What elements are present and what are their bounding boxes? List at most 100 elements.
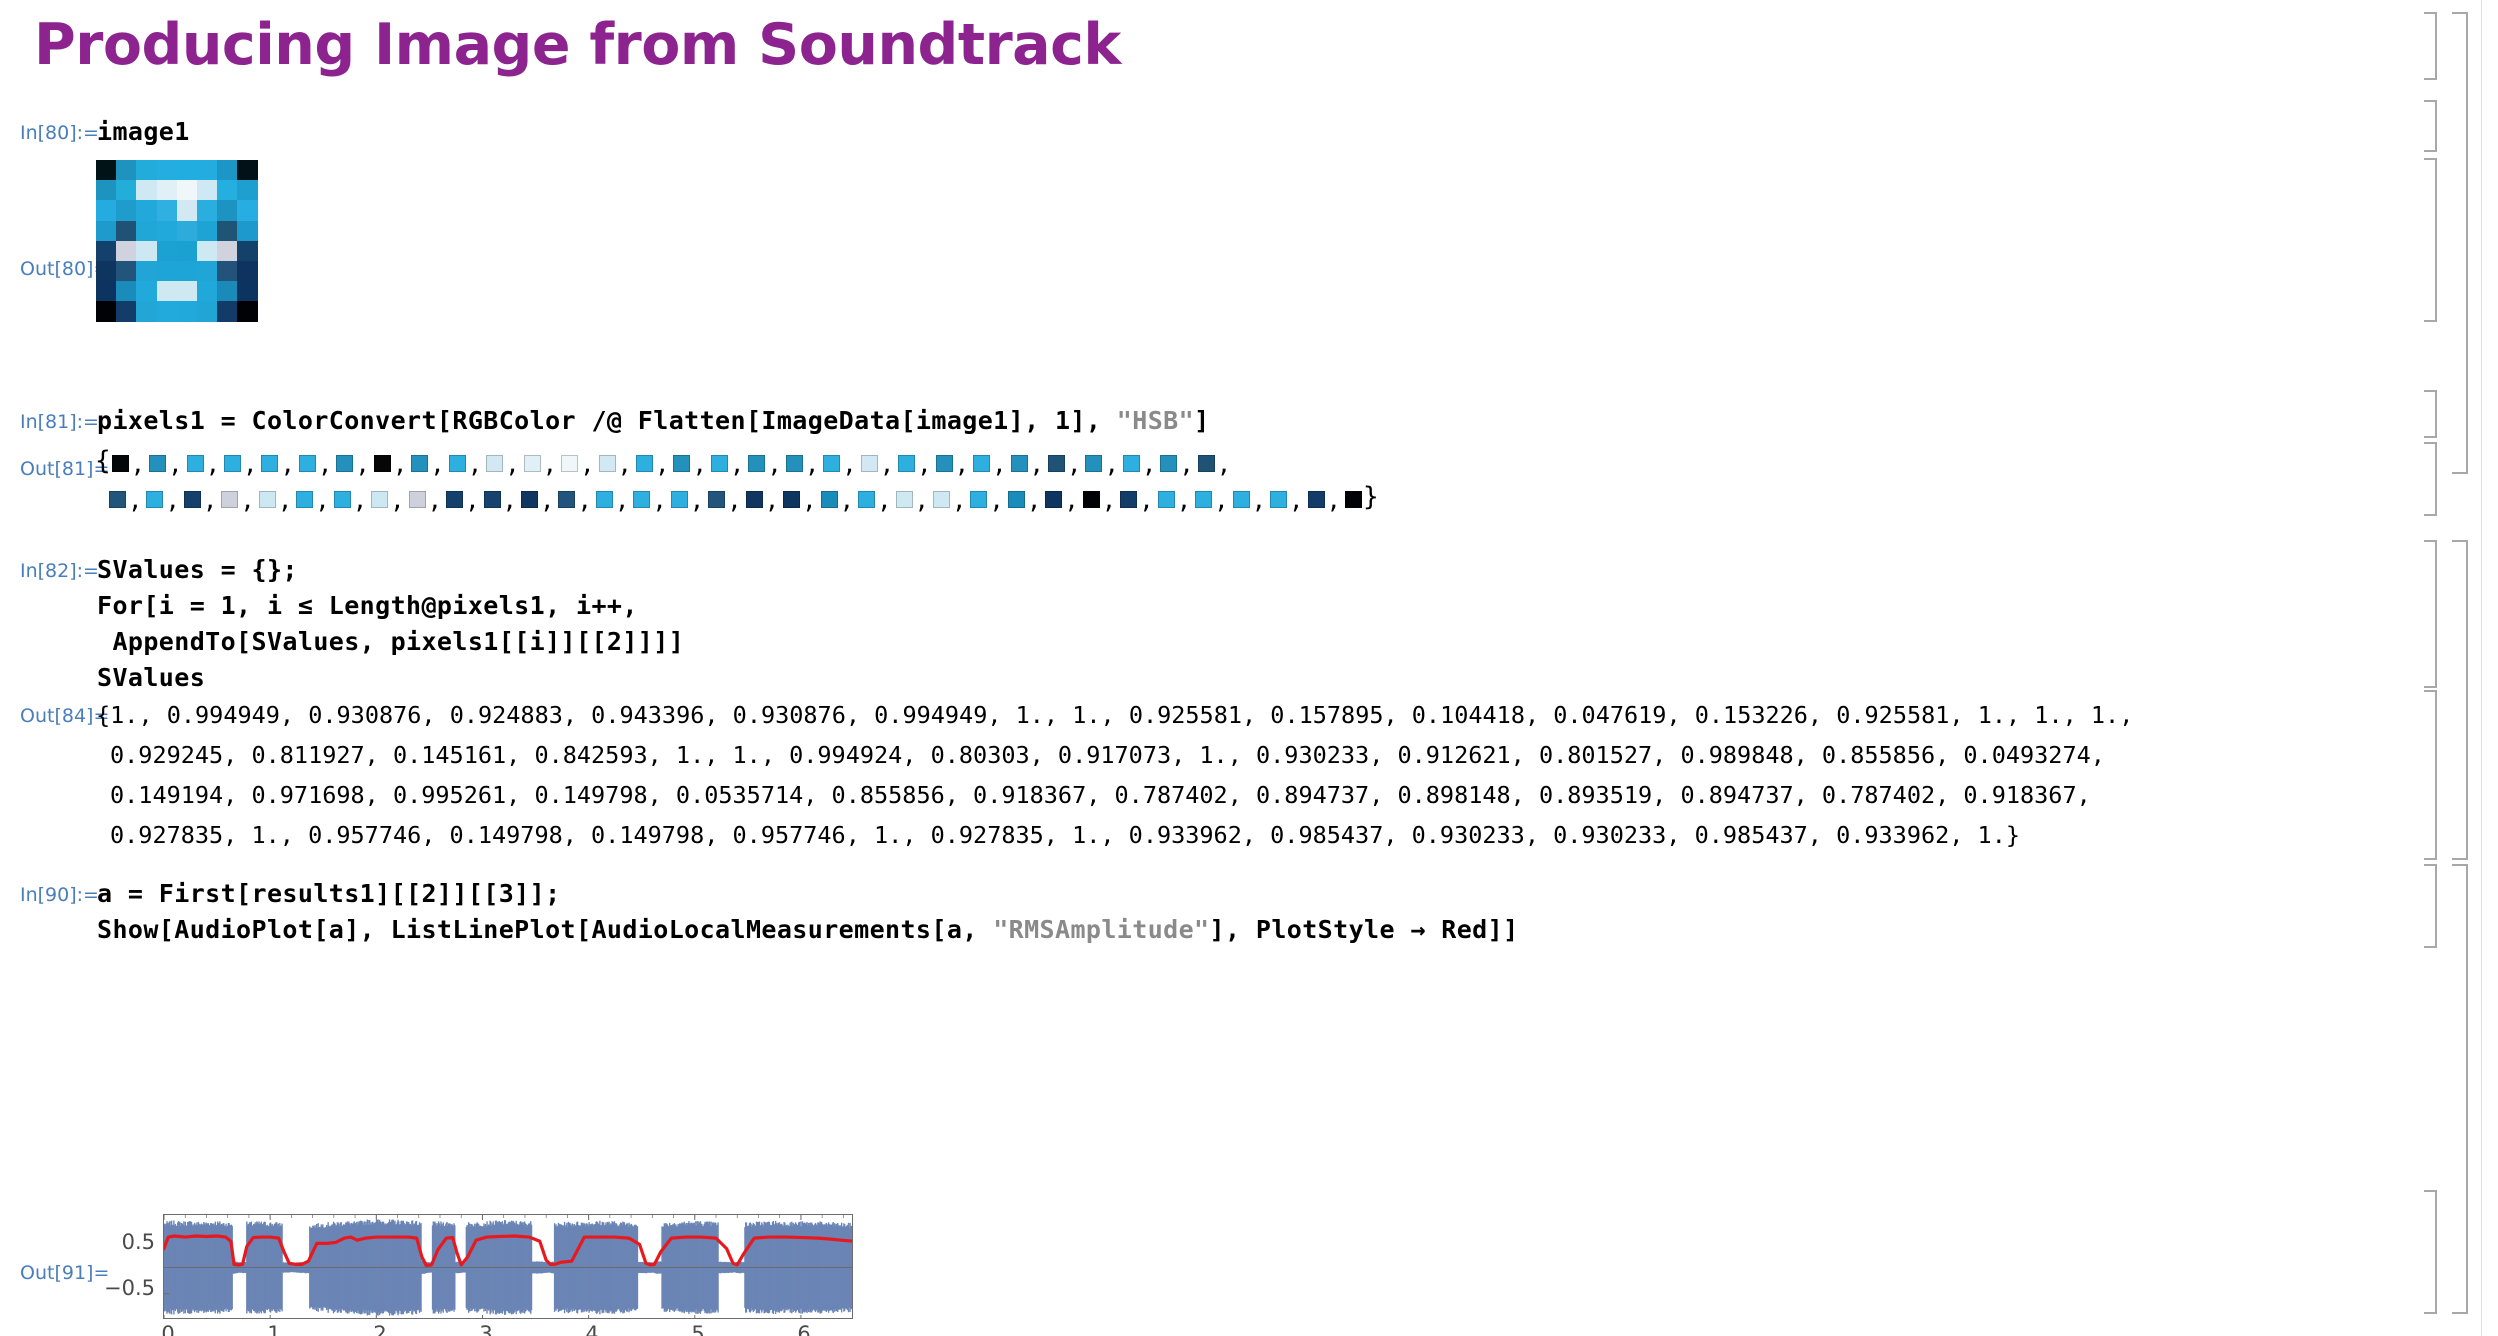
color-swatch[interactable] <box>258 490 276 508</box>
color-swatch[interactable] <box>708 490 726 508</box>
color-swatch[interactable] <box>224 454 242 472</box>
color-swatch[interactable] <box>483 490 501 508</box>
color-swatch[interactable] <box>895 490 913 508</box>
color-swatch[interactable] <box>1195 490 1213 508</box>
color-swatch[interactable] <box>935 454 953 472</box>
color-swatch[interactable] <box>111 454 129 472</box>
color-swatch[interactable] <box>411 454 429 472</box>
color-swatch[interactable] <box>1010 454 1028 472</box>
cell-bracket-group-2[interactable] <box>2452 540 2468 860</box>
color-swatch[interactable] <box>109 490 126 508</box>
color-swatch[interactable] <box>373 454 391 472</box>
color-swatch[interactable] <box>1157 490 1175 508</box>
color-swatch[interactable] <box>298 454 316 472</box>
in-label-82[interactable]: In[82]:= <box>20 560 99 582</box>
color-swatch[interactable] <box>598 454 616 472</box>
color-swatch[interactable] <box>898 454 916 472</box>
color-swatch[interactable] <box>973 454 991 472</box>
color-swatch[interactable] <box>149 454 167 472</box>
color-swatch[interactable] <box>1344 490 1362 508</box>
out-label-81[interactable]: Out[81]= <box>20 458 109 480</box>
color-swatch[interactable] <box>146 490 164 508</box>
color-swatch[interactable] <box>1232 490 1250 508</box>
color-swatch[interactable] <box>1047 454 1065 472</box>
color-swatch[interactable] <box>633 490 651 508</box>
color-swatch[interactable] <box>183 490 201 508</box>
scrollbar-track[interactable] <box>2481 0 2498 1336</box>
code-input-90-line-2[interactable]: Show[AudioPlot[a], ListLinePlot[AudioLoc… <box>97 908 1519 952</box>
color-swatch[interactable] <box>1122 454 1140 472</box>
color-swatch[interactable] <box>1045 490 1063 508</box>
cell-bracket-group-3[interactable] <box>2452 864 2468 1314</box>
image-pixel-5-5 <box>196 260 218 282</box>
cell-bracket-in-82[interactable] <box>2424 540 2437 688</box>
color-swatch[interactable] <box>296 490 314 508</box>
color-swatch[interactable] <box>932 490 950 508</box>
color-swatch[interactable] <box>336 454 354 472</box>
in-label-81[interactable]: In[81]:= <box>20 411 99 433</box>
list-comma: , <box>954 450 970 478</box>
color-swatch[interactable] <box>673 454 691 472</box>
color-swatch[interactable] <box>371 490 389 508</box>
color-swatch[interactable] <box>1082 490 1100 508</box>
color-swatch[interactable] <box>860 454 878 472</box>
color-swatch[interactable] <box>710 454 728 472</box>
code-input-80[interactable]: image1 <box>97 110 190 154</box>
image1-output-thumbnail[interactable] <box>96 160 258 322</box>
color-swatch[interactable] <box>745 490 763 508</box>
color-swatch[interactable] <box>1085 454 1103 472</box>
list-comma: , <box>465 486 480 514</box>
color-swatch[interactable] <box>561 454 579 472</box>
in-label-80[interactable]: In[80]:= <box>20 122 99 144</box>
code-input-82-line-4[interactable]: SValues <box>97 656 205 700</box>
cell-bracket-out-81[interactable] <box>2424 442 2437 516</box>
color-swatch[interactable] <box>261 454 279 472</box>
cell-bracket-title[interactable] <box>2424 12 2437 80</box>
cell-bracket-group-1[interactable] <box>2452 12 2468 474</box>
color-swatch[interactable] <box>970 490 988 508</box>
color-swatch[interactable] <box>783 490 801 508</box>
audio-plot-output[interactable]: 0.5 −0.5 0 1 2 3 4 5 6 <box>104 1214 853 1336</box>
color-swatch[interactable] <box>1270 490 1288 508</box>
color-swatch[interactable] <box>748 454 766 472</box>
color-swatch[interactable] <box>595 490 613 508</box>
color-swatch[interactable] <box>1120 490 1138 508</box>
color-swatch[interactable] <box>523 454 541 472</box>
cell-bracket-out-84[interactable] <box>2424 690 2437 860</box>
code-input-81[interactable]: pixels1 = ColorConvert[RGBColor /@ Flatt… <box>97 399 1210 443</box>
out81-swatch-row-1[interactable]: {,,,,,,,,,,,,,,,,,,,,,,,,,,,,,, <box>95 446 1234 478</box>
color-swatch[interactable] <box>636 454 653 472</box>
color-swatch[interactable] <box>1197 454 1215 472</box>
cell-bracket-in-80[interactable] <box>2424 100 2437 152</box>
out81-swatch-row-2[interactable]: ,,,,,,,,,,,,,,,,,,,,,,,,,,,,,,,,,} <box>108 482 1379 514</box>
color-swatch[interactable] <box>823 454 841 472</box>
cell-bracket-out-91[interactable] <box>2424 1190 2437 1314</box>
color-swatch[interactable] <box>221 490 239 508</box>
color-swatch[interactable] <box>558 490 576 508</box>
color-swatch[interactable] <box>520 490 538 508</box>
color-swatch[interactable] <box>820 490 838 508</box>
color-swatch[interactable] <box>1307 490 1325 508</box>
color-swatch[interactable] <box>1160 454 1178 472</box>
cell-bracket-in-90[interactable] <box>2424 864 2437 948</box>
color-swatch[interactable] <box>446 490 464 508</box>
color-swatch[interactable] <box>333 490 351 508</box>
list-comma: , <box>655 450 670 478</box>
color-swatch[interactable] <box>858 490 876 508</box>
in-label-90[interactable]: In[90]:= <box>20 884 99 906</box>
out81-open-brace: { <box>95 446 111 476</box>
color-swatch[interactable] <box>785 454 803 472</box>
color-swatch[interactable] <box>486 454 504 472</box>
out-label-91[interactable]: Out[91]= <box>20 1262 109 1284</box>
cell-bracket-in-81[interactable] <box>2424 390 2437 438</box>
color-swatch[interactable] <box>1007 490 1025 508</box>
out-label-84[interactable]: Out[84]= <box>20 705 109 727</box>
color-swatch[interactable] <box>408 490 426 508</box>
color-swatch[interactable] <box>670 490 688 508</box>
x-tick-1: 1 <box>267 1322 281 1336</box>
color-swatch[interactable] <box>186 454 204 472</box>
list-comma: , <box>205 450 221 478</box>
out-label-80[interactable]: Out[80]= <box>20 258 109 280</box>
color-swatch[interactable] <box>448 454 466 472</box>
cell-bracket-out-80[interactable] <box>2424 158 2437 322</box>
